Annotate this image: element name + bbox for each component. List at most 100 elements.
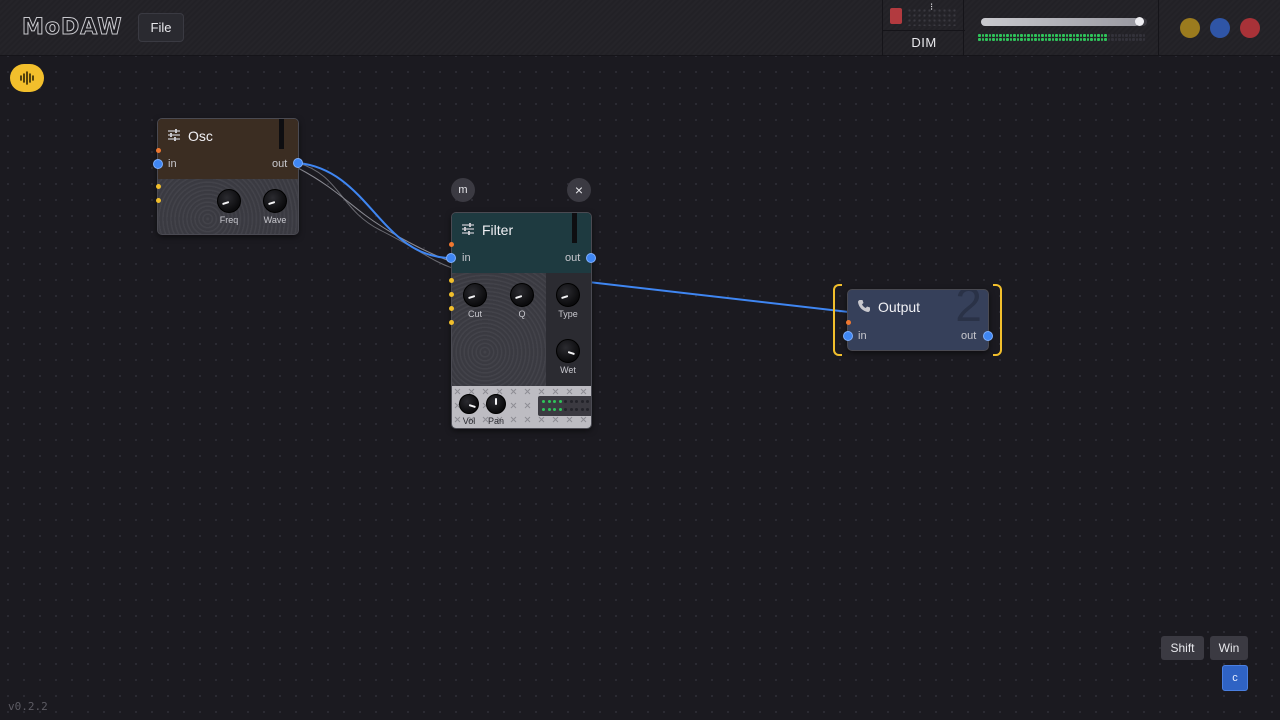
filter-q-knob[interactable]: Q	[505, 283, 539, 323]
filter-cv-port-2[interactable]	[449, 292, 454, 297]
meter-led	[995, 34, 998, 37]
window-controls	[1160, 0, 1280, 56]
knob-dial[interactable]	[556, 283, 580, 307]
shift-key-indicator[interactable]: Shift	[1161, 636, 1204, 660]
knob-dial[interactable]	[556, 339, 580, 363]
dim-button[interactable]: DIM	[883, 35, 965, 50]
filter-in-label: in	[462, 252, 471, 264]
knob-dial[interactable]	[459, 394, 479, 414]
filter-node[interactable]: Filter in out Cut Q Type Wet Vol Pan	[451, 212, 592, 429]
knob-dial[interactable]	[486, 394, 506, 414]
meter-led	[1079, 34, 1082, 37]
meter-led	[1034, 38, 1037, 41]
filter-type-knob[interactable]: Type	[551, 283, 585, 323]
meter-led	[1013, 34, 1016, 37]
osc-freq-knob[interactable]: Freq	[212, 189, 246, 229]
meter-led	[1065, 38, 1068, 41]
meter-led	[1079, 38, 1082, 41]
meter-led	[999, 34, 1002, 37]
meter-led	[985, 38, 988, 41]
meter-led	[1009, 34, 1012, 37]
filter-cut-knob[interactable]: Cut	[458, 283, 492, 323]
c-key-indicator[interactable]: c	[1222, 665, 1248, 691]
meter-led	[1125, 34, 1128, 37]
filter-cv-port-1[interactable]	[449, 278, 454, 283]
filter-out-label: out	[565, 252, 581, 264]
meter-led	[1090, 38, 1093, 41]
output-mod-port[interactable]	[846, 320, 851, 325]
filter-wet-knob[interactable]: Wet	[551, 339, 585, 379]
meter-led	[1027, 34, 1030, 37]
knob-dial[interactable]	[510, 283, 534, 307]
meter-led-row	[978, 38, 1145, 41]
osc-in-port[interactable]	[153, 159, 163, 169]
meter-led	[1097, 34, 1100, 37]
meter-led	[981, 38, 984, 41]
file-menu-button[interactable]: File	[138, 13, 184, 42]
phone-icon	[858, 300, 870, 312]
filter-level-meter	[572, 213, 577, 243]
osc-mod-port[interactable]	[156, 148, 161, 153]
osc-wave-knob[interactable]: Wave	[258, 189, 292, 229]
osc-out-port[interactable]	[293, 158, 303, 168]
meter-led	[1002, 38, 1005, 41]
filter-remove-button[interactable]: ×	[567, 178, 591, 202]
osc-cv-port-1[interactable]	[156, 184, 161, 189]
meter-led	[1142, 38, 1145, 41]
knob-dial[interactable]	[463, 283, 487, 307]
meter-led	[992, 38, 995, 41]
channel-meter-led	[569, 408, 573, 411]
audio-waveform-button[interactable]	[10, 64, 44, 92]
channel-meter-led	[553, 408, 556, 411]
meter-led	[1023, 38, 1026, 41]
meter-led	[1086, 38, 1089, 41]
meter-led	[1118, 38, 1121, 41]
output-selection-bracket-left	[833, 284, 842, 356]
knob-dial[interactable]	[217, 189, 241, 213]
maximize-button[interactable]	[1210, 18, 1230, 38]
filter-mod-port[interactable]	[449, 242, 454, 247]
output-node[interactable]: 2 Output in out	[847, 289, 989, 351]
knob-label: Wet	[560, 365, 576, 375]
meter-led	[995, 38, 998, 41]
knob-indicator	[515, 295, 523, 300]
meter-led	[1055, 38, 1058, 41]
filter-cv-port-3[interactable]	[449, 306, 454, 311]
meter-led	[1041, 38, 1044, 41]
output-selection-bracket-right	[993, 284, 1002, 356]
osc-node-title: Osc	[188, 128, 213, 144]
channel-meter-led	[553, 400, 556, 403]
filter-pan-knob[interactable]: Pan	[479, 394, 513, 428]
osc-node[interactable]: Osc in out Freq Wave	[157, 118, 299, 235]
meter-led	[999, 38, 1002, 41]
meter-led	[988, 34, 991, 37]
osc-cv-port-2[interactable]	[156, 198, 161, 203]
version-label: v0.2.2	[8, 700, 48, 713]
meter-led	[1069, 34, 1072, 37]
master-volume-slider[interactable]	[981, 17, 1147, 26]
filter-in-port[interactable]	[446, 253, 456, 263]
meter-led	[1111, 34, 1114, 37]
channel-meter-led	[586, 400, 589, 403]
minimize-button[interactable]	[1180, 18, 1200, 38]
master-volume-thumb[interactable]	[1134, 17, 1144, 26]
meter-led	[1132, 38, 1135, 41]
meter-led	[1100, 34, 1103, 37]
meter-led	[1121, 34, 1124, 37]
close-window-button[interactable]	[1240, 18, 1260, 38]
filter-out-port[interactable]	[586, 253, 596, 263]
dim-menu-dots-icon[interactable]: ⁝	[930, 3, 934, 21]
filter-cv-port-4[interactable]	[449, 320, 454, 325]
output-out-port[interactable]	[983, 331, 993, 341]
meter-led	[981, 34, 984, 37]
meter-led	[1114, 38, 1117, 41]
win-key-indicator[interactable]: Win	[1210, 636, 1248, 660]
knob-label: Freq	[219, 215, 239, 225]
meter-led	[1107, 38, 1110, 41]
filter-mute-button[interactable]: m	[451, 178, 475, 202]
output-in-port[interactable]	[843, 331, 853, 341]
meter-led-row	[978, 34, 1145, 37]
knob-dial[interactable]	[263, 189, 287, 213]
knob-indicator	[468, 295, 476, 300]
dim-panel[interactable]: ⁝ DIM	[882, 0, 965, 56]
